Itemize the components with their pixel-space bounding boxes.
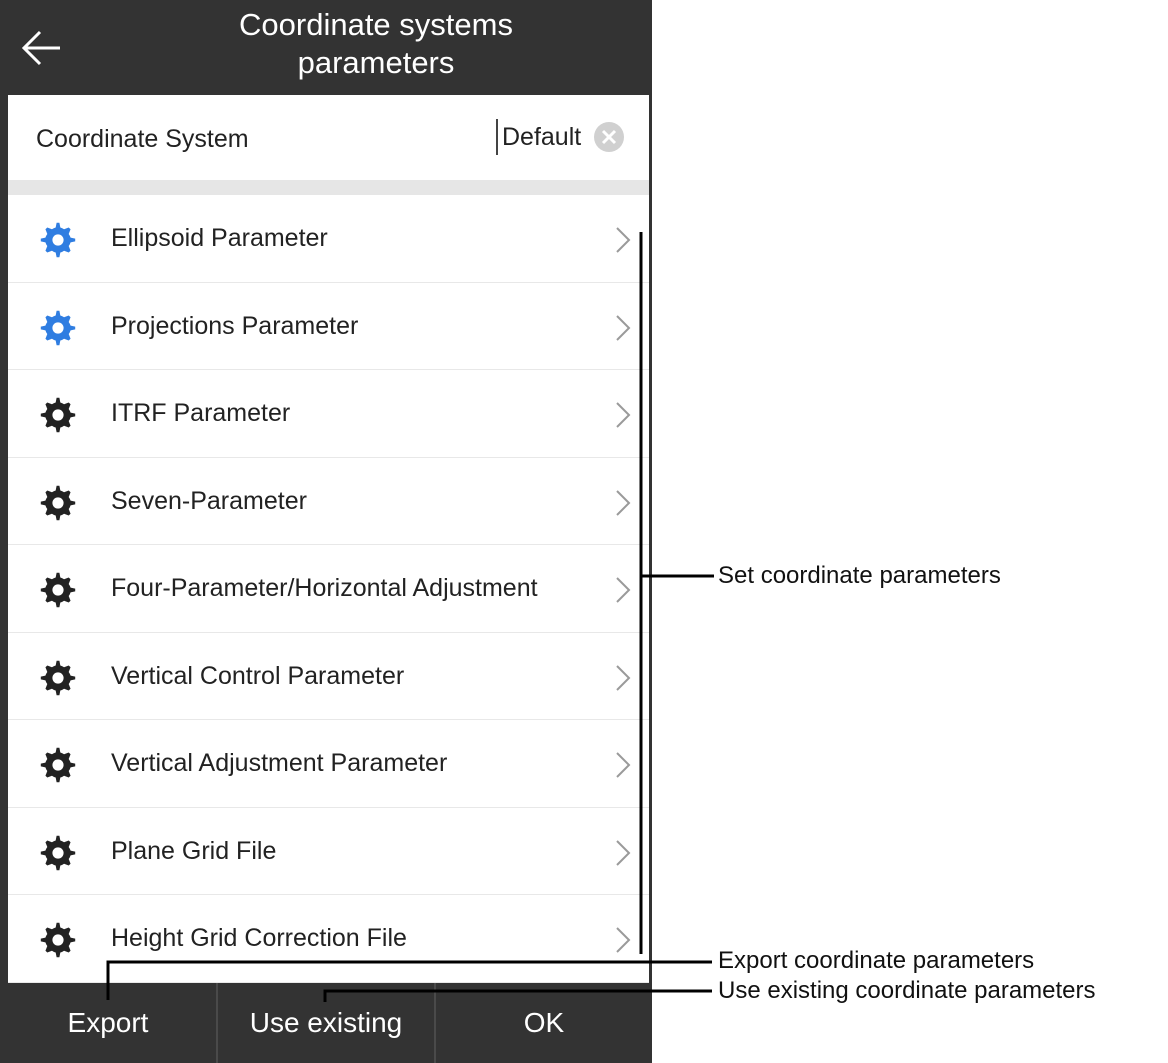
page-title: Coordinate systems parameters xyxy=(100,6,652,82)
coordinate-system-row[interactable]: Coordinate System Default xyxy=(8,95,649,180)
coordinate-system-input[interactable]: Default xyxy=(496,119,581,155)
frame-left-border xyxy=(0,95,8,983)
parameter-row[interactable]: Vertical Control Parameter xyxy=(8,632,649,720)
gear-icon xyxy=(40,835,76,870)
gear-icon xyxy=(40,397,76,433)
gear-icon xyxy=(40,222,76,258)
page-title-line1: Coordinate systems xyxy=(239,7,513,42)
parameter-label: Four-Parameter/Horizontal Adjustment xyxy=(111,574,538,602)
chevron-right-icon xyxy=(616,227,631,253)
ok-button[interactable]: OK xyxy=(436,983,652,1063)
parameter-label: Ellipsoid Parameter xyxy=(111,224,328,252)
bottom-action-bar: Export Use existing OK xyxy=(0,983,652,1063)
parameter-label: Height Grid Correction File xyxy=(111,924,407,952)
parameter-row[interactable]: Projections Parameter xyxy=(8,282,649,370)
arrow-left-icon xyxy=(21,30,60,66)
chevron-right-icon xyxy=(616,927,631,953)
frame-right-border xyxy=(649,95,652,983)
chevron-right-icon xyxy=(616,577,631,603)
section-divider xyxy=(8,180,649,195)
parameter-row[interactable]: ITRF Parameter xyxy=(8,370,649,458)
parameter-label: Vertical Adjustment Parameter xyxy=(111,749,448,777)
clear-circle-icon[interactable] xyxy=(593,121,625,153)
chevron-right-icon xyxy=(616,314,631,341)
parameter-row[interactable]: Plane Grid File xyxy=(8,807,649,895)
parameter-label: Vertical Control Parameter xyxy=(111,661,405,690)
app-screen: Coordinate systems parameters Coordinate… xyxy=(0,0,652,1063)
parameter-row[interactable]: Vertical Adjustment Parameter xyxy=(8,720,649,808)
annotation-set-params: Set coordinate parameters xyxy=(718,562,1001,589)
parameter-label: Projections Parameter xyxy=(111,311,359,340)
gear-icon xyxy=(40,747,76,783)
header-bar: Coordinate systems parameters xyxy=(0,0,652,95)
annotation-export-params: Export coordinate parameters xyxy=(718,947,1035,974)
gear-icon xyxy=(40,660,76,695)
use-existing-button[interactable]: Use existing xyxy=(218,983,436,1063)
chevron-right-icon xyxy=(616,752,631,778)
parameter-row[interactable]: Ellipsoid Parameter xyxy=(8,195,649,283)
parameter-row[interactable]: Height Grid Correction File xyxy=(8,895,649,983)
parameter-row[interactable]: Four-Parameter/Horizontal Adjustment xyxy=(8,545,649,633)
chevron-right-icon xyxy=(616,664,631,691)
chevron-right-icon xyxy=(616,839,631,866)
chevron-right-icon xyxy=(616,402,631,428)
gear-icon xyxy=(40,572,76,608)
export-button[interactable]: Export xyxy=(0,983,218,1063)
parameter-label: Seven-Parameter xyxy=(111,486,307,515)
chevron-right-icon xyxy=(616,489,631,516)
parameter-list: Ellipsoid Parameter Projections Parameter… xyxy=(8,195,649,983)
annotation-use-existing-params: Use existing coordinate parameters xyxy=(718,977,1096,1004)
page-title-line2: parameters xyxy=(297,45,455,80)
coordinate-system-label: Coordinate System xyxy=(36,125,249,153)
parameter-row[interactable]: Seven-Parameter xyxy=(8,457,649,545)
gear-icon xyxy=(40,485,76,520)
back-button[interactable] xyxy=(12,18,72,78)
parameter-label: Plane Grid File xyxy=(111,836,277,865)
gear-icon xyxy=(40,310,76,345)
parameter-label: ITRF Parameter xyxy=(111,399,291,427)
gear-icon xyxy=(40,922,76,958)
